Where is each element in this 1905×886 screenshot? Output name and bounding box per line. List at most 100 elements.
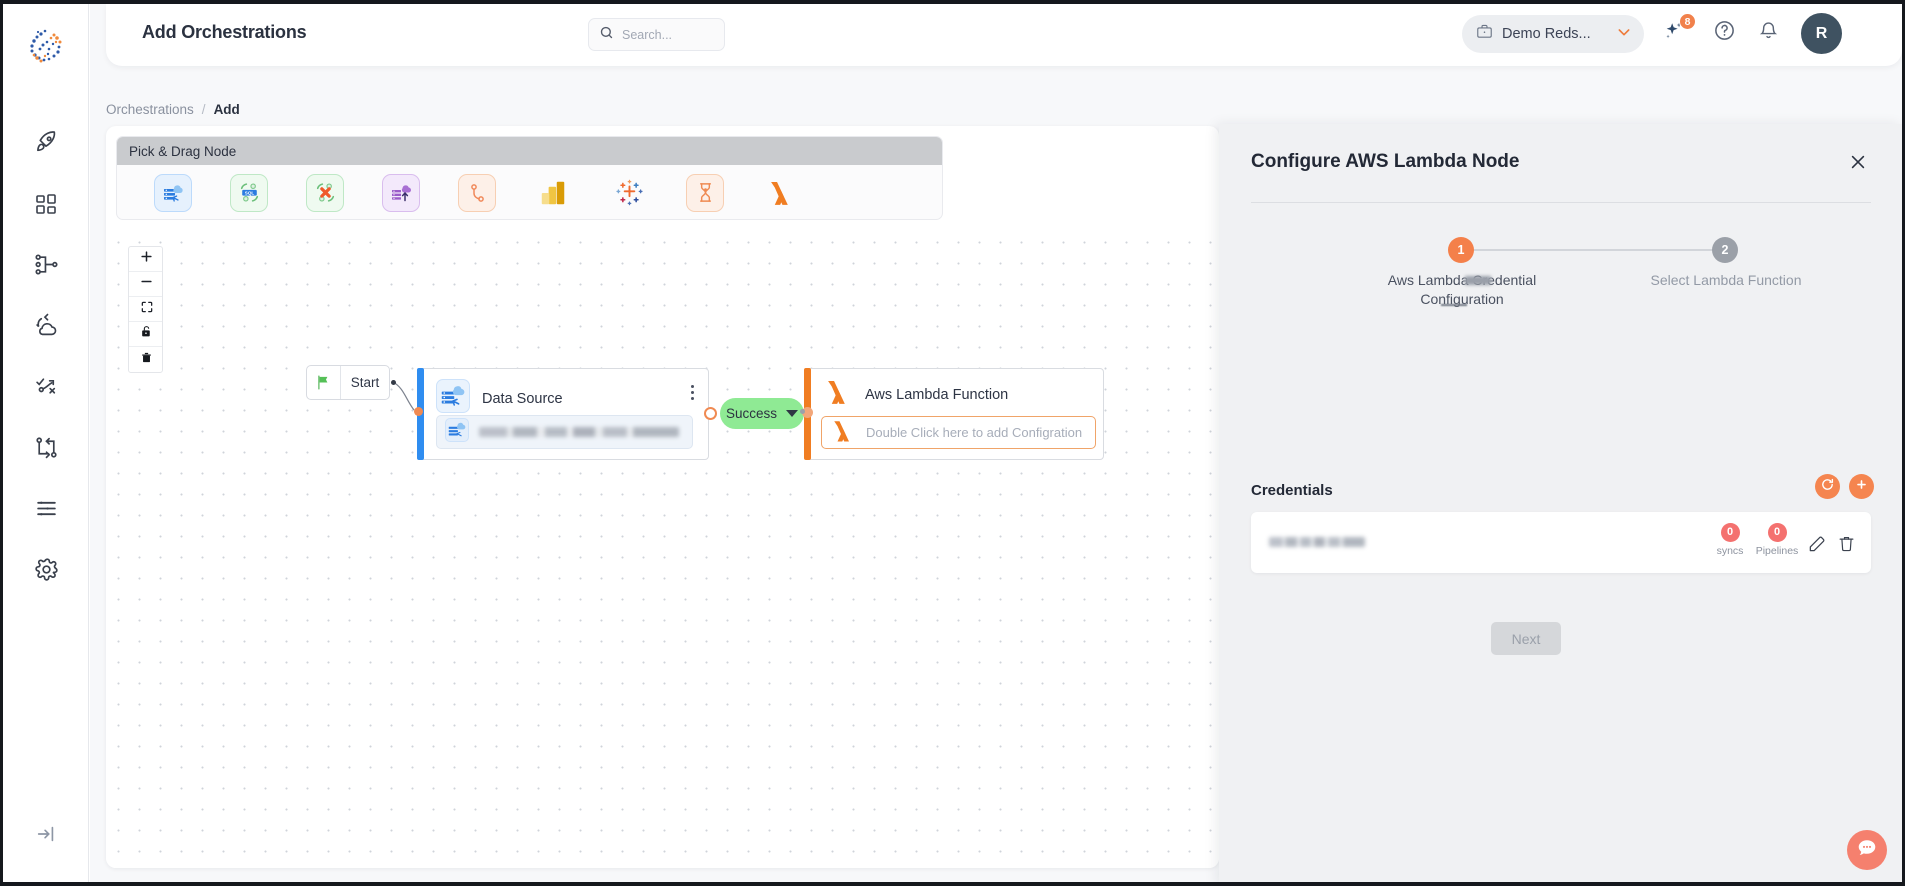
close-icon <box>1848 152 1868 177</box>
credential-pipelines-label: Pipelines <box>1755 544 1799 557</box>
plus-icon <box>1855 478 1868 496</box>
node-palette: Pick & Drag Node SQL <box>116 136 943 220</box>
sidebar-item-orchestrations[interactable] <box>3 417 89 478</box>
palette-node-no-sql[interactable] <box>287 167 363 219</box>
sidebar-item-dashboard[interactable] <box>3 173 89 234</box>
avatar[interactable]: R <box>1801 13 1842 54</box>
briefcase-icon <box>1476 23 1493 45</box>
node-start-label: Start <box>350 375 380 390</box>
stepper-step-1-badge[interactable]: 1 <box>1448 237 1474 263</box>
palette-node-power-bi[interactable] <box>515 167 591 219</box>
node-palette-list: SQL <box>117 165 942 219</box>
breadcrumb: Orchestrations / Add <box>106 102 240 117</box>
data-source-output-port[interactable] <box>704 407 717 420</box>
branch-icon <box>458 173 496 212</box>
org-selector[interactable]: Demo Reds... <box>1462 15 1644 53</box>
notifications-button[interactable] <box>1753 18 1783 48</box>
x-refresh-icon <box>306 173 344 212</box>
lambda-icon <box>821 375 855 414</box>
edge-status-output-port <box>800 409 805 414</box>
main-area: Add Orchestrations Search... Demo Reds..… <box>90 4 1902 882</box>
sidebar-item-sync[interactable] <box>3 295 89 356</box>
sidebar-item-logs[interactable] <box>3 478 89 539</box>
sidebar-item-settings[interactable] <box>3 539 89 600</box>
window-frame-bottom <box>0 882 1905 886</box>
configure-lambda-drawer: Configure AWS Lambda Node 1 Aws Lambda C… <box>1219 124 1902 882</box>
fit-view-button[interactable] <box>129 297 162 322</box>
drawer-stepper: 1 Aws Lambda Credential Configuration 2 … <box>1251 229 1871 319</box>
node-aws-lambda[interactable]: Aws Lambda Function Double Click here to… <box>804 368 1104 460</box>
lambda-icon <box>828 417 858 448</box>
palette-node-tableau[interactable] <box>591 167 667 219</box>
credentials-refresh-button[interactable] <box>1815 474 1840 499</box>
grid-icon <box>34 192 58 216</box>
chat-support-button[interactable] <box>1847 830 1887 870</box>
start-output-port[interactable] <box>391 380 396 385</box>
app-logo[interactable] <box>17 19 75 75</box>
page-title: Add Orchestrations <box>142 22 307 42</box>
palette-node-wait[interactable] <box>667 167 743 219</box>
node-data-source[interactable]: Data Source <box>417 368 709 460</box>
help-button[interactable] <box>1709 18 1739 48</box>
workflow-loop-icon <box>34 435 59 460</box>
drawer-close-button[interactable] <box>1844 150 1872 178</box>
palette-node-branch[interactable] <box>439 167 515 219</box>
delete-button[interactable] <box>129 347 162 372</box>
org-selector-label: Demo Reds... <box>1502 26 1591 42</box>
canvas-toolbar <box>128 246 163 373</box>
sidebar-items <box>3 112 89 600</box>
green-flag-icon <box>307 366 341 399</box>
power-bi-icon <box>534 174 572 212</box>
palette-node-data-source[interactable] <box>135 167 211 219</box>
drawer-divider <box>1251 202 1871 203</box>
palette-node-aws-lambda[interactable] <box>743 167 819 219</box>
node-data-source-header: Data Source <box>436 379 563 418</box>
node-data-source-config[interactable] <box>436 415 693 449</box>
credential-edit-button[interactable] <box>1807 534 1827 554</box>
sidebar-collapse-button[interactable] <box>3 823 89 850</box>
refresh-icon <box>1820 477 1835 497</box>
edit-icon <box>1807 536 1827 558</box>
lambda-icon <box>762 174 800 212</box>
node-lambda-title: Aws Lambda Function <box>865 386 1009 403</box>
credentials-add-button[interactable] <box>1849 474 1874 499</box>
data-source-input-port[interactable] <box>414 407 423 416</box>
orchestration-canvas-card: Pick & Drag Node SQL Start Data Source S… <box>106 126 1219 868</box>
sql-refresh-icon: SQL <box>230 173 268 212</box>
edge-status-badge[interactable]: Success <box>720 398 804 429</box>
credential-syncs-label: syncs <box>1716 544 1744 557</box>
sidebar-item-rocket[interactable] <box>3 112 89 173</box>
credential-row[interactable]: 0 syncs 0 Pipelines <box>1251 512 1871 573</box>
node-start[interactable]: Start <box>306 365 390 400</box>
flow-canvas[interactable]: Start Data Source Success Aws Lambda Fun… <box>106 230 1219 868</box>
sidebar-item-pipelines[interactable] <box>3 234 89 295</box>
next-button[interactable]: Next <box>1491 622 1561 655</box>
node-lambda-config[interactable]: Double Click here to add Configration <box>821 416 1096 449</box>
stepper-step-2-badge[interactable]: 2 <box>1712 237 1738 263</box>
palette-node-data-target[interactable] <box>363 167 439 219</box>
edge-status-label: Success <box>725 406 778 421</box>
redaction-smudge <box>1465 276 1491 285</box>
search-input[interactable]: Search... <box>588 18 725 51</box>
chevron-down-icon <box>786 410 799 417</box>
breadcrumb-separator: / <box>201 102 206 117</box>
credential-name <box>1269 537 1365 547</box>
zoom-in-button[interactable] <box>129 247 162 272</box>
node-lambda-header: Aws Lambda Function <box>821 375 1008 414</box>
lock-icon <box>140 325 153 343</box>
sidebar-item-transform[interactable] <box>3 356 89 417</box>
breadcrumb-parent[interactable]: Orchestrations <box>106 102 194 117</box>
minus-icon <box>139 274 154 294</box>
ai-assistant-button[interactable]: 8 <box>1659 13 1696 48</box>
collapse-sidebar-icon <box>35 823 57 850</box>
database-cloud-icon <box>154 173 192 212</box>
zoom-out-button[interactable] <box>129 272 162 297</box>
node-menu-icon[interactable] <box>691 385 694 400</box>
lock-button[interactable] <box>129 322 162 347</box>
hourglass-icon <box>686 173 724 212</box>
rocket-icon <box>34 130 59 155</box>
stepper-step-2-label: Select Lambda Function <box>1650 272 1802 288</box>
palette-node-sql[interactable]: SQL <box>211 167 287 219</box>
credential-delete-button[interactable] <box>1837 534 1857 554</box>
credential-syncs-count: 0 <box>1720 522 1740 542</box>
